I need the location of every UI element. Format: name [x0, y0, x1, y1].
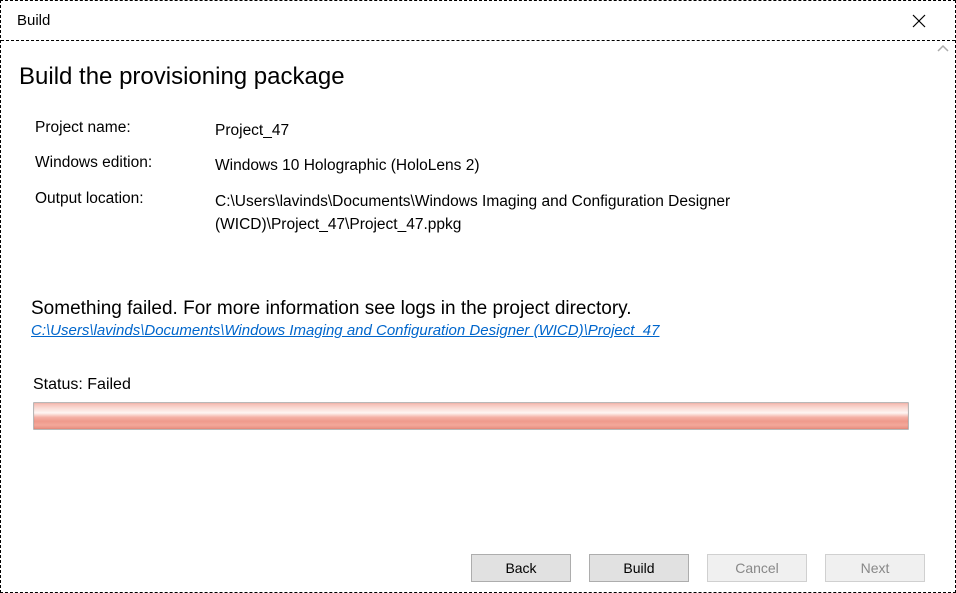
log-directory-link[interactable]: C:\Users\lavinds\Documents\Windows Imagi…: [31, 322, 659, 339]
next-button[interactable]: Next: [825, 554, 925, 582]
project-name-row: Project name: Project_47: [35, 119, 927, 142]
error-section: Something failed. For more information s…: [19, 298, 927, 340]
window-title: Build: [17, 12, 50, 29]
status-line: Status: Failed: [33, 376, 927, 394]
windows-edition-label: Windows edition:: [35, 154, 215, 172]
output-location-label: Output location:: [35, 190, 215, 208]
cancel-button[interactable]: Cancel: [707, 554, 807, 582]
error-message: Something failed. For more information s…: [31, 298, 927, 320]
windows-edition-row: Windows edition: Windows 10 Holographic …: [35, 154, 927, 177]
chevron-up-icon: [937, 44, 949, 54]
progress-bar: [33, 402, 909, 430]
details-section: Project name: Project_47 Windows edition…: [19, 119, 927, 236]
close-icon: [912, 14, 926, 28]
close-button[interactable]: [899, 6, 939, 36]
status-value: Failed: [87, 376, 131, 393]
project-name-label: Project name:: [35, 119, 215, 137]
status-label: Status:: [33, 376, 83, 393]
output-location-row: Output location: C:\Users\lavinds\Docume…: [35, 190, 927, 237]
title-bar: Build: [1, 1, 955, 41]
output-location-value: C:\Users\lavinds\Documents\Windows Imagi…: [215, 190, 927, 237]
windows-edition-value: Windows 10 Holographic (HoloLens 2): [215, 154, 927, 177]
build-button[interactable]: Build: [589, 554, 689, 582]
wizard-button-row: Back Build Cancel Next: [471, 554, 925, 582]
wizard-content: Build the provisioning package Project n…: [1, 41, 955, 592]
page-heading: Build the provisioning package: [19, 63, 927, 91]
project-name-value: Project_47: [215, 119, 927, 142]
status-section: Status: Failed: [19, 376, 927, 430]
scroll-up-chevron[interactable]: [937, 43, 949, 57]
build-wizard-window: Build Build the provisioning package Pro…: [0, 0, 956, 593]
back-button[interactable]: Back: [471, 554, 571, 582]
